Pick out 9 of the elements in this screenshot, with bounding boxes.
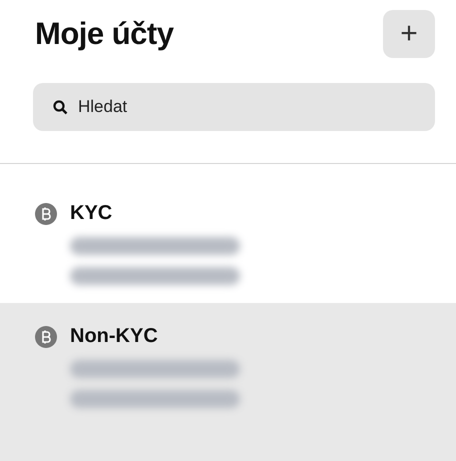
account-name: Non-KYC — [70, 325, 158, 348]
bitcoin-icon — [35, 326, 57, 348]
search-icon — [53, 100, 68, 115]
account-item[interactable]: Non-KYC — [0, 303, 456, 461]
add-button[interactable]: + — [383, 10, 435, 58]
page-title: Moje účty — [35, 16, 174, 52]
account-name: KYC — [70, 202, 112, 225]
bitcoin-icon — [35, 202, 57, 224]
search-field[interactable]: Hledat — [33, 83, 435, 131]
